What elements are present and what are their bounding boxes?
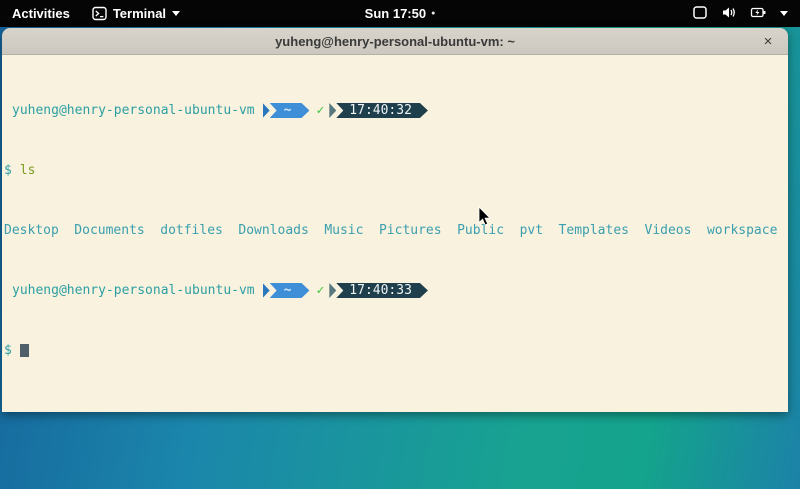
prompt-user-host: yuheng@henry-personal-ubuntu-vm <box>12 103 255 118</box>
powerline-arrow-icon <box>329 103 336 118</box>
terminal-window: yuheng@henry-personal-ubuntu-vm: ~ × yuh… <box>2 28 788 412</box>
terminal-screen[interactable]: yuheng@henry-personal-ubuntu-vm ~ ✓ 17:4… <box>2 55 788 412</box>
directory-name: dotfiles <box>160 223 223 238</box>
prompt-line: yuheng@henry-personal-ubuntu-vm ~ ✓ 17:4… <box>4 103 786 118</box>
activities-label: Activities <box>12 6 70 21</box>
powerline-cwd-segment: ~ <box>263 283 310 298</box>
command-line: $ <box>4 343 786 358</box>
command-line: $ ls <box>4 163 786 178</box>
ls-output: Desktop Documents dotfiles Downloads Mus… <box>4 223 786 238</box>
powerline-time-segment: 17:40:33 <box>329 283 428 298</box>
prompt-symbol: $ <box>4 163 12 178</box>
powerline-arrow-icon <box>263 283 270 298</box>
time-badge: 17:40:33 <box>336 283 428 298</box>
chevron-down-icon <box>780 11 788 16</box>
powerline-cwd-segment: ~ <box>263 103 310 118</box>
directory-name: workspace <box>707 223 777 238</box>
activities-button[interactable]: Activities <box>0 0 82 27</box>
success-check-icon: ✓ <box>316 103 324 118</box>
powerline-arrow-icon <box>329 283 336 298</box>
prompt-symbol: $ <box>4 343 12 358</box>
terminal-app-icon <box>92 6 107 21</box>
directory-name: Templates <box>559 223 629 238</box>
window-title: yuheng@henry-personal-ubuntu-vm: ~ <box>275 34 515 49</box>
directory-name: Public <box>457 223 504 238</box>
directory-name: Pictures <box>379 223 442 238</box>
notification-dot: ● <box>431 0 435 27</box>
time-badge: 17:40:32 <box>336 103 428 118</box>
directory-name: Desktop <box>4 223 59 238</box>
volume-icon <box>721 5 737 23</box>
powerline-arrow-icon <box>263 103 270 118</box>
terminal-cursor <box>20 344 29 357</box>
prompt-user-host: yuheng@henry-personal-ubuntu-vm <box>12 283 255 298</box>
app-menu-label: Terminal <box>113 6 166 21</box>
directory-name: Downloads <box>238 223 308 238</box>
directory-name: Documents <box>74 223 144 238</box>
directory-name: Videos <box>645 223 692 238</box>
command-text: ls <box>20 163 36 178</box>
cwd-badge: ~ <box>270 283 310 298</box>
window-titlebar[interactable]: yuheng@henry-personal-ubuntu-vm: ~ × <box>2 28 788 55</box>
close-icon[interactable]: × <box>756 28 780 55</box>
clock-button[interactable]: Sun 17:50 ● <box>365 0 436 27</box>
clock-label: Sun 17:50 <box>365 6 426 21</box>
system-status-menu[interactable] <box>680 0 800 27</box>
app-menu-terminal[interactable]: Terminal <box>82 0 190 27</box>
prompt-line: yuheng@henry-personal-ubuntu-vm ~ ✓ 17:4… <box>4 283 786 298</box>
cwd-badge: ~ <box>270 103 310 118</box>
directory-name: Music <box>324 223 363 238</box>
success-check-icon: ✓ <box>316 283 324 298</box>
display-icon <box>692 5 708 23</box>
directory-name: pvt <box>520 223 543 238</box>
battery-charging-icon <box>750 5 767 23</box>
powerline-time-segment: 17:40:32 <box>329 103 428 118</box>
top-bar: Activities Terminal Sun 17:50 ● <box>0 0 800 27</box>
chevron-down-icon <box>172 11 180 16</box>
